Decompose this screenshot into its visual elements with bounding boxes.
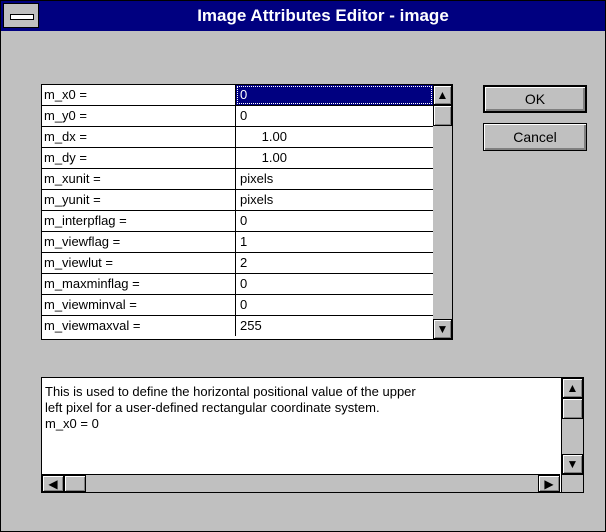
attribute-name: m_y0 =	[42, 106, 236, 126]
arrow-down-icon: ▼	[436, 322, 449, 336]
grid-row-m-xunit[interactable]: m_xunit = pixels	[42, 169, 433, 190]
attribute-name: m_maxminflag =	[42, 274, 236, 294]
grid-row-m-viewlut[interactable]: m_viewlut = 2	[42, 253, 433, 274]
scroll-left-button[interactable]: ◀	[42, 475, 64, 492]
attribute-value[interactable]: 0	[236, 295, 433, 315]
grid-row-m-maxminflag[interactable]: m_maxminflag = 0	[42, 274, 433, 295]
description-line: m_x0 = 0	[45, 416, 99, 431]
attribute-value[interactable]: 1.00	[236, 127, 433, 147]
attribute-value[interactable]: 0	[236, 274, 433, 294]
scroll-up-button[interactable]: ▲	[433, 85, 452, 105]
attribute-value[interactable]: 1	[236, 232, 433, 252]
scroll-down-button[interactable]: ▼	[433, 319, 452, 339]
title-bar[interactable]: Image Attributes Editor - image	[1, 1, 605, 31]
description-horizontal-scrollbar[interactable]: ◀ ▶	[42, 474, 560, 492]
grid-row-m-viewmaxval[interactable]: m_viewmaxval = 255	[42, 316, 433, 337]
grid-row-m-x0[interactable]: m_x0 = 0	[42, 85, 433, 106]
attribute-value[interactable]: 255	[236, 316, 433, 336]
description-box[interactable]: This is used to define the horizontal po…	[41, 377, 584, 493]
attribute-name: m_viewflag =	[42, 232, 236, 252]
attribute-name: m_x0 =	[42, 85, 236, 105]
grid-row-m-dy[interactable]: m_dy = 1.00	[42, 148, 433, 169]
description-text: This is used to define the horizontal po…	[45, 384, 555, 432]
attribute-value[interactable]: pixels	[236, 169, 433, 189]
description-vertical-scrollbar[interactable]: ▲ ▼	[561, 378, 583, 474]
attribute-value[interactable]: 1.00	[236, 148, 433, 168]
arrow-down-icon: ▼	[566, 457, 579, 471]
attribute-value-selected[interactable]: 0	[236, 85, 433, 105]
window-title: Image Attributes Editor - image	[197, 6, 449, 25]
scrollbar-corner	[561, 474, 583, 492]
attribute-name: m_viewmaxval =	[42, 316, 236, 336]
attribute-value[interactable]: pixels	[236, 190, 433, 210]
grid-vertical-scrollbar[interactable]: ▲ ▼	[433, 84, 453, 340]
dialog-window: Image Attributes Editor - image m_x0 = 0…	[0, 0, 606, 532]
scroll-up-button[interactable]: ▲	[562, 378, 583, 398]
arrow-right-icon: ▶	[544, 477, 554, 491]
attribute-name: m_dx =	[42, 127, 236, 147]
system-menu-button[interactable]	[3, 3, 39, 28]
scroll-right-button[interactable]: ▶	[538, 475, 560, 492]
ok-button[interactable]: OK	[483, 85, 587, 113]
grid-row-m-viewminval[interactable]: m_viewminval = 0	[42, 295, 433, 316]
attribute-name: m_interpflag =	[42, 211, 236, 231]
description-line: This is used to define the horizontal po…	[45, 384, 416, 399]
attribute-name: m_xunit =	[42, 169, 236, 189]
arrow-up-icon: ▲	[436, 88, 449, 102]
attribute-value[interactable]: 0	[236, 211, 433, 231]
scroll-thumb[interactable]	[64, 475, 86, 492]
scroll-thumb[interactable]	[433, 105, 452, 126]
attribute-name: m_yunit =	[42, 190, 236, 210]
description-line: left pixel for a user-defined rectangula…	[45, 400, 380, 415]
scroll-down-button[interactable]: ▼	[562, 454, 583, 474]
arrow-left-icon: ◀	[48, 477, 58, 491]
attribute-name: m_viewminval =	[42, 295, 236, 315]
system-menu-icon	[10, 14, 34, 20]
arrow-up-icon: ▲	[566, 381, 579, 395]
attributes-grid: m_x0 = 0 m_y0 = 0 m_dx = 1.00 m_dy = 1.0…	[41, 84, 434, 340]
cancel-button[interactable]: Cancel	[483, 123, 587, 151]
scroll-thumb[interactable]	[562, 398, 583, 419]
attribute-name: m_dy =	[42, 148, 236, 168]
grid-row-m-viewflag[interactable]: m_viewflag = 1	[42, 232, 433, 253]
attribute-value[interactable]: 0	[236, 106, 433, 126]
grid-row-m-dx[interactable]: m_dx = 1.00	[42, 127, 433, 148]
attribute-name: m_viewlut =	[42, 253, 236, 273]
grid-row-m-y0[interactable]: m_y0 = 0	[42, 106, 433, 127]
attribute-value[interactable]: 2	[236, 253, 433, 273]
grid-row-m-interpflag[interactable]: m_interpflag = 0	[42, 211, 433, 232]
grid-row-m-yunit[interactable]: m_yunit = pixels	[42, 190, 433, 211]
